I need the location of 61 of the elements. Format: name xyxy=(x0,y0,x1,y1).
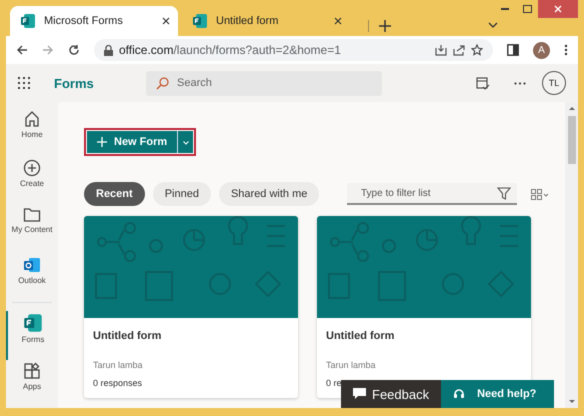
speech-bubble-icon xyxy=(353,388,366,400)
nav-item[interactable]: Outlook xyxy=(6,254,58,302)
form-title: Untitled form xyxy=(93,330,162,342)
forms-icon xyxy=(20,13,36,29)
star-icon[interactable] xyxy=(471,44,483,56)
more-icon[interactable] xyxy=(564,44,568,56)
maximize-icon[interactable] xyxy=(522,5,532,13)
apps-icon xyxy=(23,362,41,380)
back-icon[interactable] xyxy=(16,44,28,56)
form-title: Untitled form xyxy=(326,330,396,342)
dropdown-button[interactable] xyxy=(177,131,194,153)
scrollbar-thumb[interactable] xyxy=(568,116,576,164)
calendar-check-icon[interactable] xyxy=(476,76,490,90)
close-icon[interactable] xyxy=(162,17,170,25)
new-form-button[interactable]: New Form xyxy=(87,131,178,153)
home-icon xyxy=(23,110,41,128)
chevron-down-icon[interactable] xyxy=(488,22,498,28)
address-bar[interactable]: office.com/launch/forms?auth=2&home=1 xyxy=(94,39,493,61)
plus-circle-icon xyxy=(23,158,41,176)
search-field[interactable]: Search xyxy=(146,70,382,96)
reload-icon[interactable] xyxy=(68,44,80,56)
filter-tab[interactable]: Pinned xyxy=(152,182,211,206)
form-card[interactable]: Untitled form Tarun lamba 0 responses xyxy=(84,216,298,398)
nav-item[interactable]: Apps xyxy=(6,360,58,408)
side-panel-icon[interactable] xyxy=(507,44,519,56)
user-avatar[interactable]: TL xyxy=(542,71,566,95)
plus-icon xyxy=(97,137,107,147)
app-name[interactable]: Forms xyxy=(54,76,146,90)
filter-icon xyxy=(497,187,511,200)
form-owner: Tarun lamba xyxy=(326,360,377,370)
chevron-down-icon xyxy=(182,140,189,144)
lock-icon xyxy=(104,44,113,56)
new-tab-icon[interactable] xyxy=(368,20,391,32)
nav-item[interactable]: Create xyxy=(6,156,58,205)
close-icon[interactable] xyxy=(334,17,342,25)
close-icon xyxy=(554,5,562,13)
form-owner: Tarun lamba xyxy=(93,360,144,370)
filter-tab[interactable]: Shared with me xyxy=(218,182,320,206)
nav-item[interactable]: Home xyxy=(6,108,58,156)
response-count: 0 responses xyxy=(93,378,144,388)
nav-item[interactable]: My Content xyxy=(6,205,58,254)
profile-avatar[interactable]: A xyxy=(533,42,550,58)
forms-icon xyxy=(192,13,208,29)
response-count: 0 re xyxy=(326,378,343,388)
headset-icon xyxy=(453,388,466,400)
outlook-icon xyxy=(23,256,41,274)
more-icon[interactable] xyxy=(514,82,526,84)
filter-field[interactable]: Type to filter list xyxy=(347,183,517,205)
feedback-button[interactable]: Feedback xyxy=(341,380,442,408)
url-text: office.com/launch/forms?auth=2&home=1 xyxy=(119,43,341,57)
browser-tab[interactable]: Microsoft Forms xyxy=(10,6,178,36)
browser-tab[interactable]: Untitled form xyxy=(182,6,350,36)
help-button[interactable]: Need help? xyxy=(441,380,554,408)
close-button[interactable] xyxy=(538,0,578,18)
app-launcher-icon[interactable] xyxy=(18,77,30,89)
grid-view-icon[interactable] xyxy=(531,188,549,200)
forms-icon xyxy=(23,313,43,333)
share-icon[interactable] xyxy=(453,44,465,56)
download-icon[interactable] xyxy=(435,44,447,56)
folder-icon xyxy=(23,207,41,223)
filter-tab[interactable]: Recent xyxy=(84,182,145,206)
